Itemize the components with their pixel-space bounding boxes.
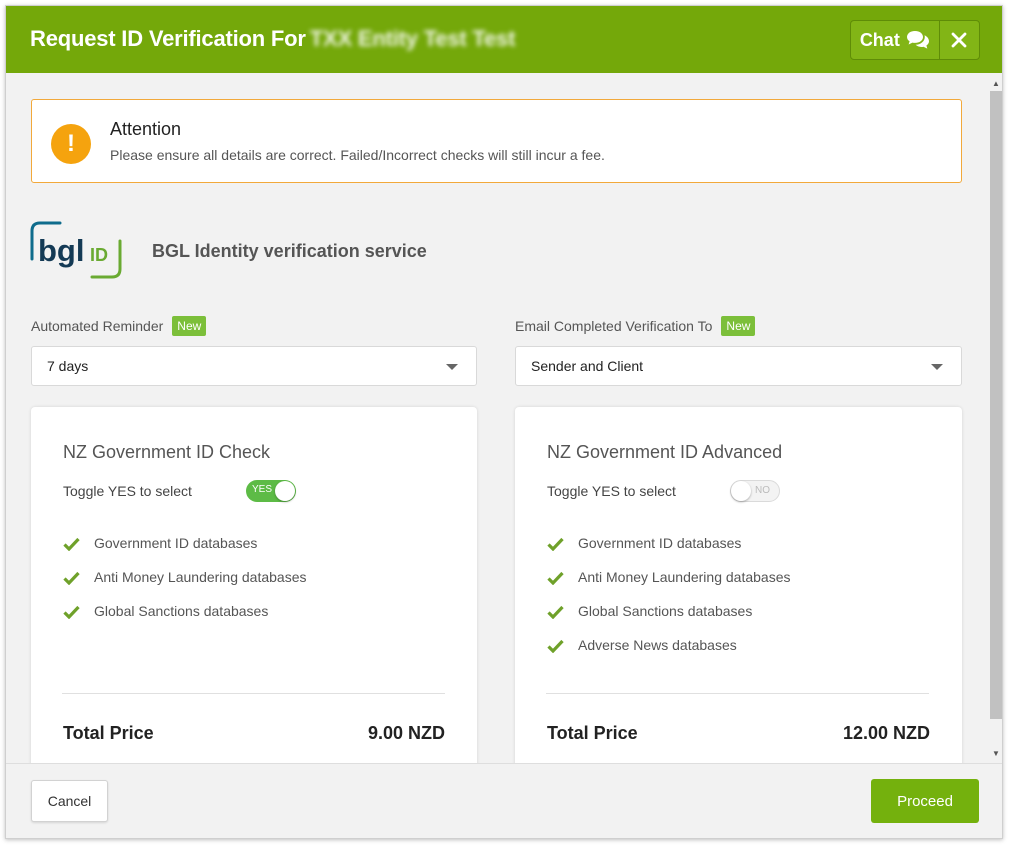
card-title: NZ Government ID Advanced: [547, 442, 783, 462]
modal-footer: Cancel Proceed: [6, 763, 1002, 838]
total-price-value: 9.00 NZD: [367, 723, 445, 743]
chat-bubbles-icon: [906, 31, 929, 49]
checkmark-icon: [547, 537, 564, 551]
proceed-button[interactable]: Proceed: [871, 779, 979, 823]
attention-title: Attention: [110, 119, 182, 139]
cancel-button[interactable]: Cancel: [31, 780, 108, 822]
card-nz-government-id-advanced: NZ Government ID Advanced Toggle YES to …: [515, 407, 962, 763]
list-item: Global Sanctions databases: [63, 603, 306, 637]
verification-modal: Request ID Verification For TXX Entity Te…: [5, 5, 1003, 839]
select-toggle[interactable]: YES: [246, 480, 296, 502]
select-toggle[interactable]: NO: [730, 480, 780, 502]
scroll-thumb[interactable]: [990, 91, 1002, 719]
attention-message: Please ensure all details are correct. F…: [110, 147, 605, 163]
total-price-value: 12.00 NZD: [842, 723, 930, 743]
caret-down-icon: [931, 364, 943, 370]
checkmark-icon: [63, 605, 80, 619]
divider: [62, 693, 445, 694]
caret-down-icon: [446, 364, 458, 370]
new-badge: New: [172, 316, 207, 336]
total-price-label: Total Price: [63, 723, 154, 743]
checkmark-icon: [547, 571, 564, 585]
reminder-select[interactable]: 7 days: [31, 346, 477, 386]
logo-text-main: bgl: [38, 233, 85, 268]
vertical-scrollbar[interactable]: ▲ ▼: [988, 73, 1002, 763]
email-to-value: Sender and Client: [531, 358, 644, 374]
card-nz-government-id-check: NZ Government ID Check Toggle YES to sel…: [31, 407, 477, 763]
checkmark-icon: [63, 571, 80, 585]
close-icon: [951, 32, 967, 48]
modal-header: Request ID Verification For TXX Entity Te…: [6, 6, 1002, 73]
checkmark-icon: [63, 537, 80, 551]
service-name: BGL Identity verification service: [152, 241, 427, 261]
toggle-state-text: NO: [755, 485, 770, 496]
logo-text-sub: ID: [90, 245, 108, 265]
toggle-state-text: YES: [252, 484, 273, 495]
reminder-label-text: Automated Reminder: [31, 318, 164, 334]
toggle-label: Toggle YES to select: [63, 483, 192, 499]
list-item: Government ID databases: [547, 535, 790, 569]
email-to-label: Email Completed Verification To New: [515, 316, 756, 336]
list-item: Global Sanctions databases: [547, 603, 790, 637]
list-item: Anti Money Laundering databases: [547, 569, 790, 603]
scroll-down-arrow-icon[interactable]: ▼: [988, 745, 1002, 761]
list-item: Government ID databases: [63, 535, 306, 569]
attention-alert: ! Attention Please ensure all details ar…: [31, 99, 962, 183]
close-button[interactable]: [940, 21, 979, 59]
modal-body[interactable]: ! Attention Please ensure all details ar…: [6, 73, 1002, 763]
scroll-up-arrow-icon[interactable]: ▲: [988, 75, 1002, 91]
email-to-label-text: Email Completed Verification To: [515, 318, 713, 334]
reminder-value: 7 days: [47, 358, 89, 374]
redacted-entity-name: TXX Entity Test Test: [309, 26, 516, 51]
checkmark-icon: [547, 605, 564, 619]
modal-title: Request ID Verification For TXX Entity Te…: [30, 26, 516, 51]
list-item: Anti Money Laundering databases: [63, 569, 306, 603]
toggle-knob: [275, 481, 295, 501]
toggle-knob: [731, 481, 751, 501]
chat-button[interactable]: Chat: [851, 21, 940, 59]
reminder-label: Automated Reminder New: [31, 316, 207, 336]
total-price-label: Total Price: [547, 723, 638, 743]
bgl-id-logo: bgl ID: [30, 221, 122, 279]
list-item: Adverse News databases: [547, 637, 790, 671]
toggle-label: Toggle YES to select: [547, 483, 676, 499]
divider: [546, 693, 929, 694]
chat-label: Chat: [859, 29, 900, 50]
exclamation-icon: !: [51, 124, 91, 164]
feature-list: Government ID databases Anti Money Laund…: [63, 535, 306, 637]
card-title: NZ Government ID Check: [63, 442, 271, 462]
checkmark-icon: [547, 639, 564, 653]
feature-list: Government ID databases Anti Money Laund…: [547, 535, 790, 671]
new-badge: New: [721, 316, 756, 336]
header-button-group: Chat: [850, 20, 980, 60]
email-to-select[interactable]: Sender and Client: [515, 346, 962, 386]
